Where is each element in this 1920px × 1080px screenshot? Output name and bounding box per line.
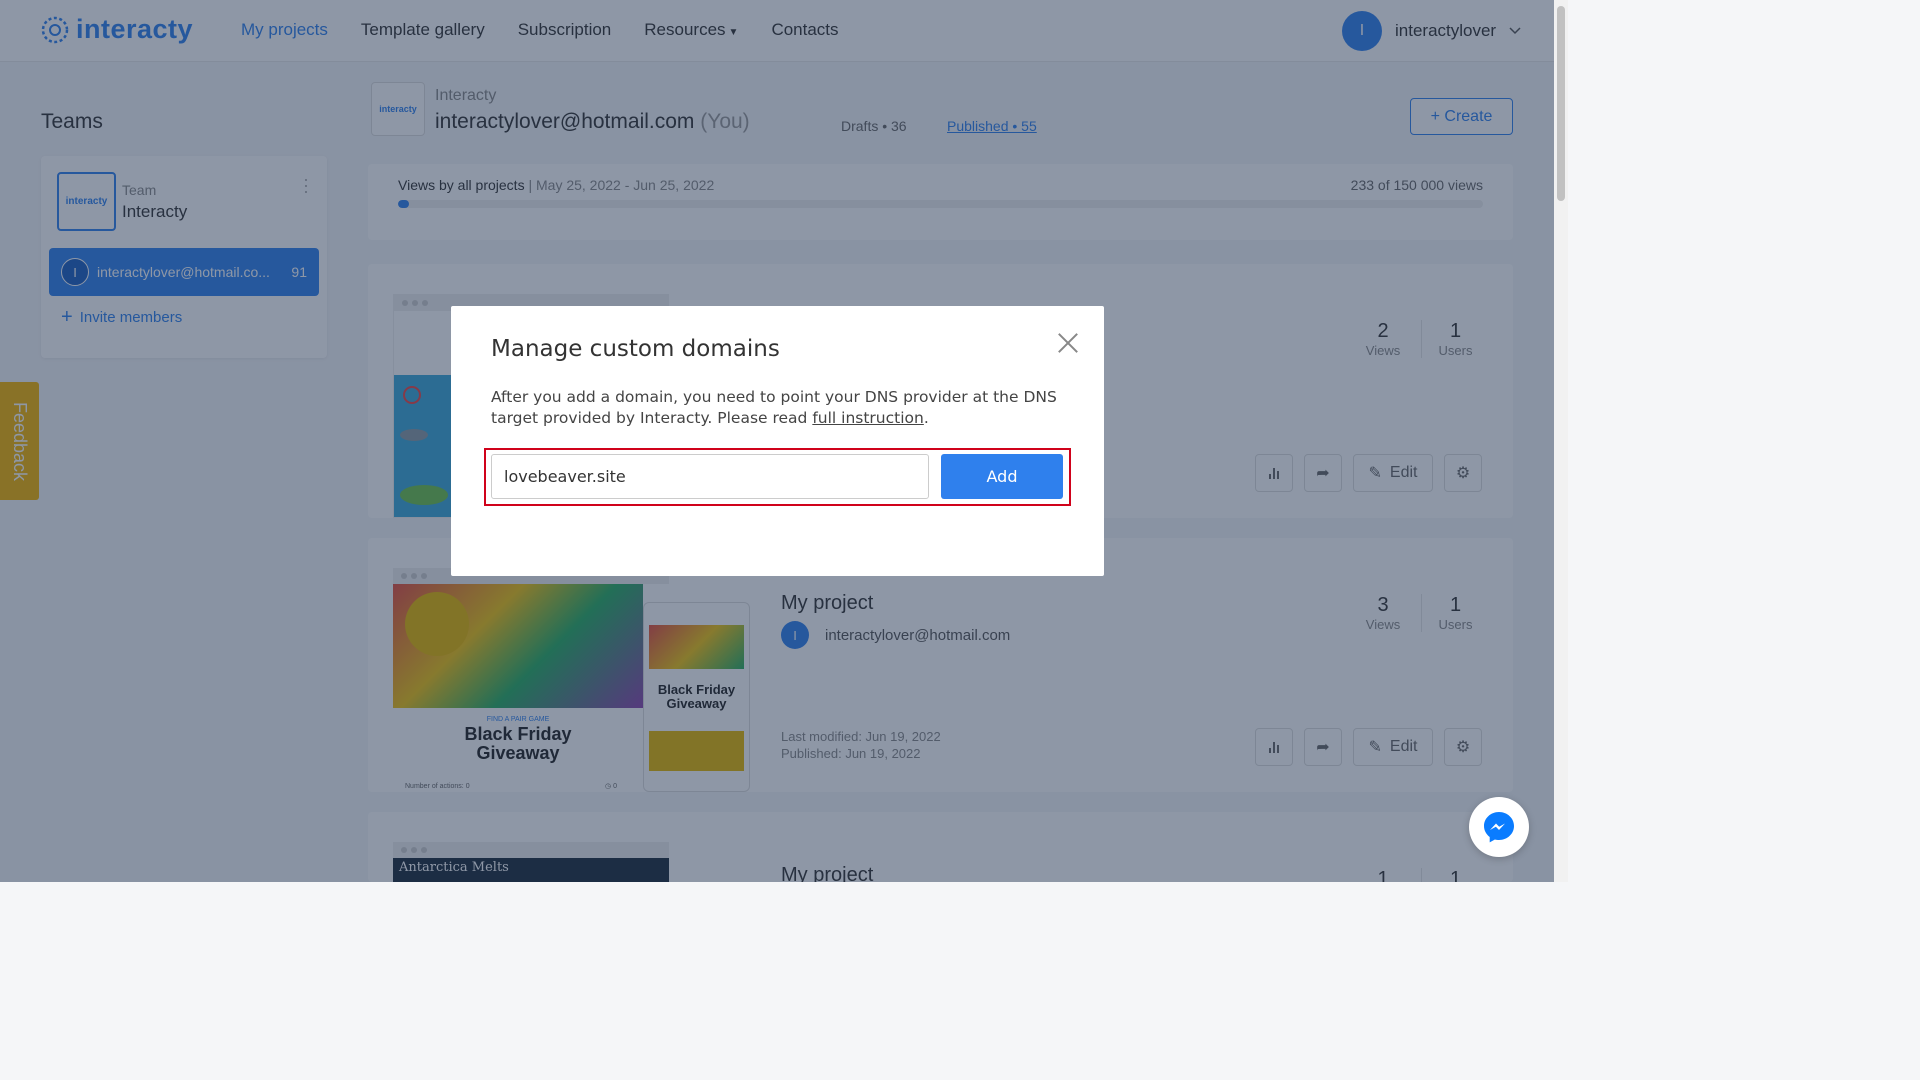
messenger-icon [1484, 812, 1514, 843]
modal-desc-text: After you add a domain, you need to poin… [491, 388, 1057, 427]
custom-domains-modal: Manage custom domains After you add a do… [451, 306, 1104, 576]
modal-title: Manage custom domains [491, 336, 780, 362]
modal-desc-suffix: . [923, 409, 929, 427]
scrollbar-thumb[interactable] [1557, 6, 1565, 201]
close-icon[interactable] [1057, 332, 1079, 354]
messenger-chat-button[interactable] [1469, 797, 1529, 857]
domain-input[interactable] [491, 454, 929, 499]
modal-description: After you add a domain, you need to poin… [491, 387, 1066, 429]
add-domain-button[interactable]: Add [941, 454, 1063, 499]
full-instruction-link[interactable]: full instruction [812, 409, 924, 427]
page-scrollbar[interactable] [1554, 0, 1568, 882]
